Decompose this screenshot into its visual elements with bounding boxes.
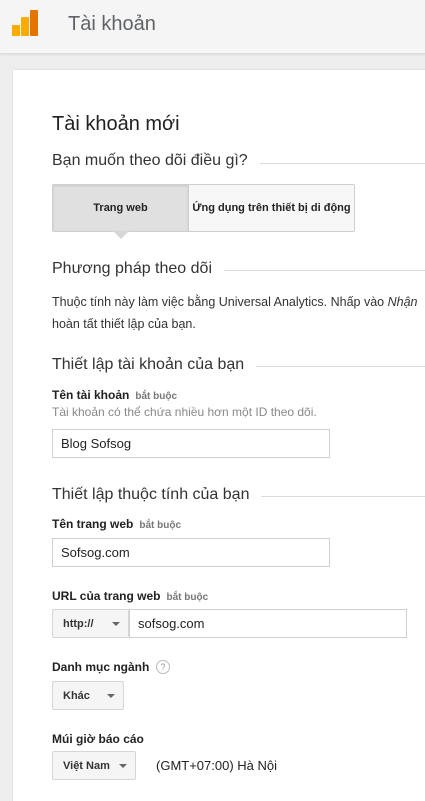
account-name-hint: Tài khoản có thể chứa nhiều hơn một ID t… (52, 405, 317, 419)
required-badge: bắt buộc (135, 391, 178, 402)
label-text: URL của trang web (52, 589, 161, 603)
label-text: Tên tài khoản (52, 388, 130, 402)
tracking-type-toggle: Trang web Ứng dụng trên thiết bị di động (52, 184, 355, 232)
analytics-logo-icon[interactable] (12, 10, 38, 36)
top-bar: Tài khoản (0, 0, 425, 54)
chevron-down-icon (112, 622, 120, 626)
app-title: Tài khoản (68, 13, 156, 35)
country-select[interactable]: Việt Nam (52, 751, 136, 780)
url-input[interactable]: sofsog.com (129, 609, 407, 638)
site-name-input[interactable]: Sofsog.com (52, 538, 330, 567)
label-text: Tên trang web (52, 517, 134, 531)
protocol-value: http:// (63, 617, 94, 630)
help-icon[interactable]: ? (156, 660, 170, 674)
tracking-method-title: Phương pháp theo dõi (52, 260, 224, 278)
required-badge: bắt buộc (139, 520, 182, 531)
industry-select[interactable]: Khác (52, 681, 124, 710)
tracking-question: Bạn muốn theo dõi điều gì? (52, 152, 260, 170)
method-text: Thuộc tính này làm việc bằng Universal A… (52, 295, 388, 309)
chevron-down-icon (107, 694, 115, 698)
site-name-label: Tên trang web bắt buộc (52, 517, 181, 531)
tracking-method-description: Thuộc tính này làm việc bằng Universal A… (52, 291, 425, 335)
timezone-label: Múi giờ báo cáo (52, 732, 144, 746)
property-setup-title: Thiết lập thuộc tính của bạn (52, 486, 262, 504)
selected-indicator-icon (113, 231, 129, 239)
account-name-input[interactable]: Blog Sofsog (52, 429, 330, 458)
page-title: Tài khoản mới (52, 113, 180, 135)
country-value: Việt Nam (63, 759, 110, 772)
method-text-emphasis: Nhận (387, 295, 418, 309)
tab-mobile-app[interactable]: Ứng dụng trên thiết bị di động (189, 185, 354, 231)
tab-website[interactable]: Trang web (53, 185, 189, 231)
url-label: URL của trang web bắt buộc (52, 589, 208, 603)
account-setup-title: Thiết lập tài khoản của bạn (52, 356, 257, 374)
timezone-value[interactable]: (GMT+07:00) Hà Nội (156, 758, 277, 773)
protocol-select[interactable]: http:// (52, 609, 129, 638)
industry-label: Danh mục ngành (52, 660, 150, 674)
method-text-end: hoàn tất thiết lập của bạn. (52, 317, 196, 331)
account-name-label: Tên tài khoản bắt buộc (52, 388, 177, 402)
industry-value: Khác (63, 689, 90, 702)
required-badge: bắt buộc (166, 592, 209, 603)
chevron-down-icon (119, 764, 127, 768)
